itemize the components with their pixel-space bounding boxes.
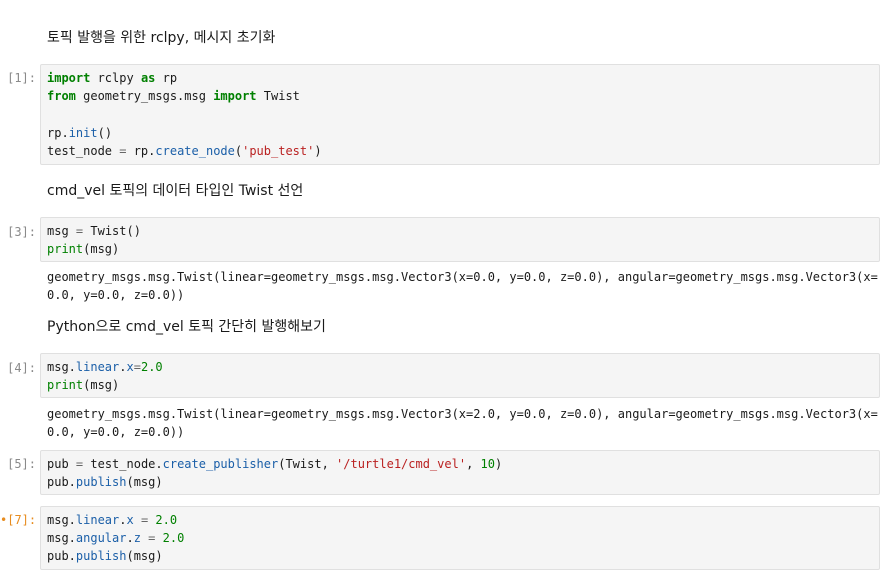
code-cell-5[interactable]: pub = test_node.create_publisher(Twist, … <box>40 450 880 495</box>
code-cell-4[interactable]: msg.linear.x=2.0 print(msg) <box>40 353 880 398</box>
code-line: pub.publish(msg) <box>47 549 163 564</box>
code-line: msg.angular.z = 2.0 <box>47 531 185 546</box>
output-line: 0.0, y=0.0, z=0.0)) <box>47 425 185 439</box>
markdown-heading-publish: Python으로 cmd_vel 토픽 간단히 발행해보기 <box>47 319 326 335</box>
code-cell-7[interactable]: msg.linear.x = 2.0 msg.angular.z = 2.0 p… <box>40 506 880 570</box>
code-line: pub.publish(msg) <box>47 475 163 490</box>
markdown-heading-init: 토픽 발행을 위한 rclpy, 메시지 초기화 <box>47 30 276 46</box>
code-line: pub = test_node.create_publisher(Twist, … <box>47 457 503 471</box>
cell-prompt-1: [1]: <box>7 71 36 85</box>
code-line: msg.linear.x=2.0 <box>47 360 163 374</box>
cell-output-3: geometry_msgs.msg.Twist(linear=geometry_… <box>47 268 878 304</box>
code-line: msg = Twist() <box>47 224 141 238</box>
code-line: test_node = rp.create_node('pub_test') <box>47 143 322 158</box>
code-cell-1[interactable]: import rclpy as rp from geometry_msgs.ms… <box>40 64 880 165</box>
code-line: import rclpy as rp <box>47 71 178 85</box>
code-line: print(msg) <box>47 378 120 393</box>
cell-prompt-5: [5]: <box>7 457 36 471</box>
cell-prompt-4: [4]: <box>7 361 36 375</box>
code-line: print(msg) <box>47 242 120 257</box>
code-line: msg.linear.x = 2.0 <box>47 513 178 527</box>
code-cell-3[interactable]: msg = Twist() print(msg) <box>40 217 880 262</box>
output-line: geometry_msgs.msg.Twist(linear=geometry_… <box>47 270 878 284</box>
cell-prompt-7-label: [7]: <box>7 513 37 527</box>
cell-output-4: geometry_msgs.msg.Twist(linear=geometry_… <box>47 405 878 441</box>
cell-prompt-7: •[7]: <box>0 513 36 527</box>
code-line: from geometry_msgs.msg import Twist <box>47 89 300 104</box>
markdown-heading-twist: cmd_vel 토픽의 데이터 타입인 Twist 선언 <box>47 183 304 199</box>
output-line: geometry_msgs.msg.Twist(linear=geometry_… <box>47 407 878 421</box>
code-line: rp.init() <box>47 125 113 140</box>
cell-prompt-3: [3]: <box>7 225 36 239</box>
output-line: 0.0, y=0.0, z=0.0)) <box>47 288 185 302</box>
